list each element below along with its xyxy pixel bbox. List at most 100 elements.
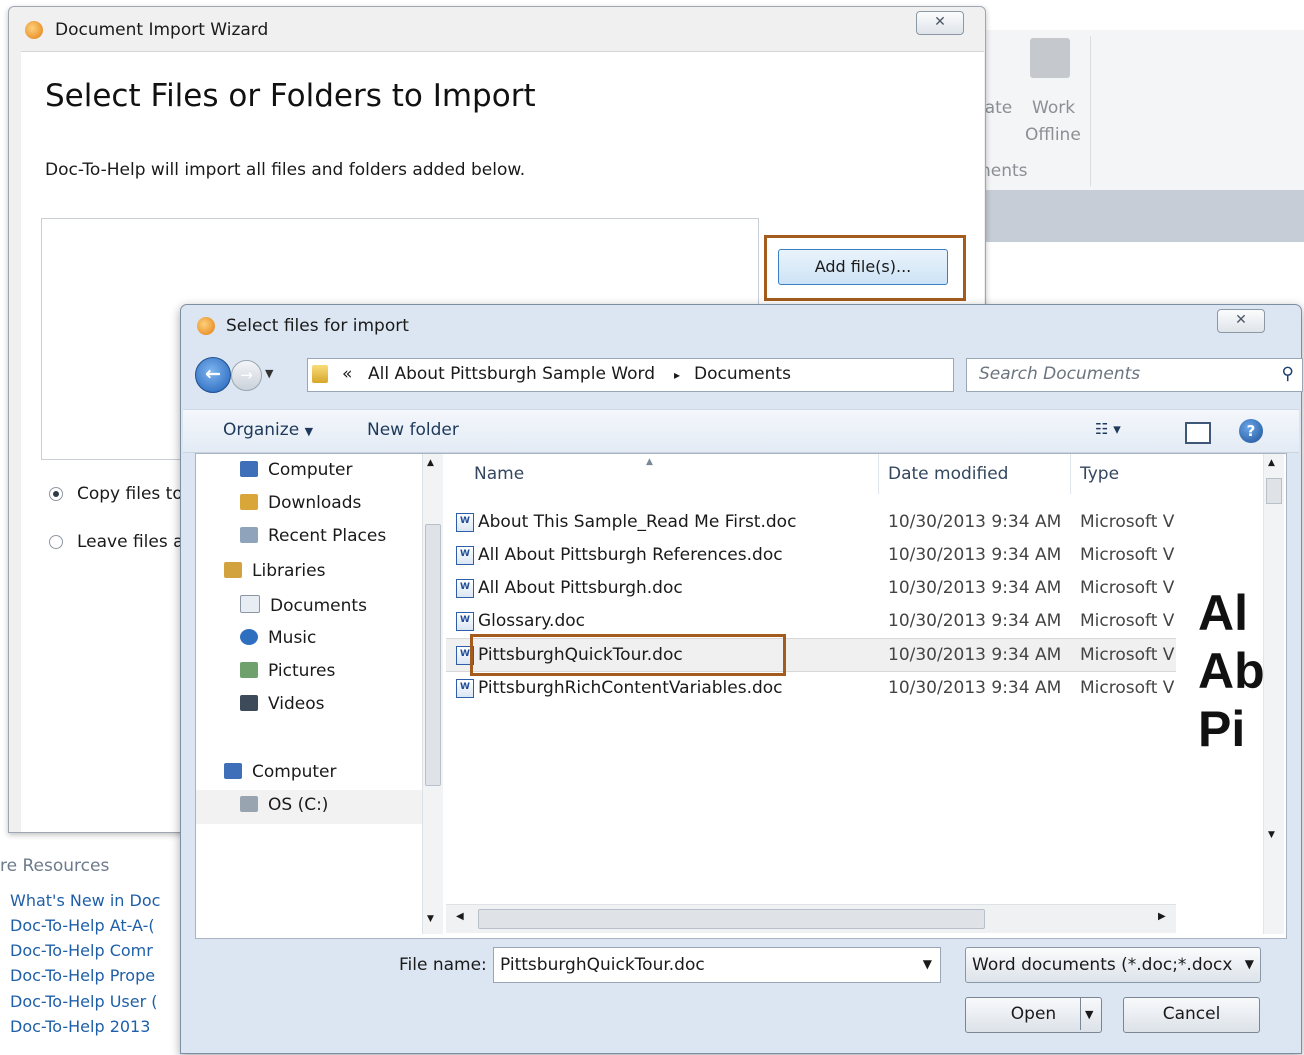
nav-item-computer-2[interactable]: Computer — [224, 762, 337, 782]
search-input[interactable]: Search Documents ⚲ — [966, 358, 1303, 392]
nav-label: Computer — [252, 762, 337, 782]
nav-scrollbar[interactable]: ▲ ▼ — [422, 454, 443, 934]
wizard-subtitle: Doc-To-Help will import all files and fo… — [45, 160, 526, 180]
file-row[interactable]: W All About Pittsburgh.doc 10/30/2013 9:34… — [446, 572, 1176, 604]
search-icon[interactable]: ⚲ — [1282, 364, 1294, 384]
breadcrumb-separator[interactable]: ▸ — [674, 368, 680, 382]
open-button[interactable]: Open ▼ — [965, 997, 1102, 1033]
breadcrumb-overflow[interactable]: « — [342, 364, 352, 384]
file-row[interactable]: W All About Pittsburgh References.doc 10/3… — [446, 539, 1176, 571]
breadcrumb-folder[interactable]: All About Pittsburgh Sample Word — [368, 364, 655, 384]
computer-icon — [224, 763, 242, 779]
column-header-type[interactable]: Type — [1070, 454, 1176, 494]
nav-label: Documents — [270, 596, 367, 616]
nav-label: OS (C:) — [268, 795, 329, 815]
word-document-icon: W — [456, 612, 474, 631]
folder-icon — [312, 365, 328, 383]
organize-label: Organize — [223, 420, 300, 440]
copy-files-option[interactable]: Copy files to — [49, 484, 183, 504]
forward-button[interactable]: → — [231, 360, 262, 391]
scroll-right-icon[interactable]: ▶ — [1158, 911, 1166, 922]
chevron-down-icon[interactable]: ▼ — [923, 957, 932, 971]
add-files-button[interactable]: Add file(s)... — [778, 249, 948, 285]
view-options-icon[interactable]: ☷ ▾ — [1095, 420, 1121, 438]
close-icon[interactable]: ✕ — [1217, 309, 1265, 333]
preview-scrollbar[interactable]: ▲ ▼ — [1263, 454, 1284, 934]
close-icon[interactable]: ✕ — [916, 11, 964, 35]
scroll-down-icon[interactable]: ▼ — [1268, 830, 1275, 840]
file-type-filter[interactable]: Word documents (*.doc;*.docx ▼ — [965, 947, 1261, 983]
scroll-left-icon[interactable]: ◀ — [456, 911, 464, 922]
resource-link[interactable]: Doc-To-Help At-A-( — [10, 916, 155, 935]
music-icon — [240, 629, 258, 645]
resource-link[interactable]: Doc-To-Help Prope — [10, 966, 155, 985]
highlight-box — [470, 634, 786, 676]
nav-label: Videos — [268, 694, 325, 714]
nav-item-libraries[interactable]: Libraries — [224, 561, 325, 581]
scroll-down-icon[interactable]: ▼ — [427, 914, 434, 924]
hscroll-thumb[interactable] — [478, 909, 985, 929]
file-row[interactable]: W PittsburghRichContentVariables.doc 10/30… — [446, 672, 1176, 704]
back-button[interactable]: ← — [195, 357, 231, 393]
file-name-input[interactable]: PittsburghQuickTour.doc ▼ — [493, 947, 941, 983]
downloads-icon — [240, 494, 258, 510]
page-title: Select Files or Folders to Import — [45, 78, 536, 114]
horizontal-scrollbar[interactable]: ◀ ▶ — [446, 904, 1176, 933]
chevron-down-icon[interactable]: ▼ — [1085, 998, 1093, 1031]
leave-radio[interactable] — [49, 535, 63, 549]
copy-radio[interactable] — [49, 487, 63, 501]
scroll-thumb[interactable] — [425, 524, 441, 786]
file-type: Microsoft V — [1080, 611, 1175, 631]
file-date: 10/30/2013 9:34 AM — [888, 678, 1062, 698]
resource-link[interactable]: Doc-To-Help 2013 — [10, 1017, 150, 1036]
file-name-value: PittsburghQuickTour.doc — [500, 955, 705, 975]
cancel-button[interactable]: Cancel — [1123, 997, 1260, 1033]
dialog-title: Select files for import — [226, 316, 409, 336]
preview-pane: Al Ab Pi — [1178, 454, 1263, 934]
nav-item-computer[interactable]: Computer — [240, 460, 353, 480]
scroll-thumb[interactable] — [1266, 478, 1282, 504]
nav-item-music[interactable]: Music — [240, 628, 316, 648]
resource-link[interactable]: What's New in Doc — [10, 891, 160, 910]
ribbon-group-label: nents — [980, 161, 1028, 181]
file-row[interactable]: W Glossary.doc 10/30/2013 9:34 AM Microsoft… — [446, 605, 1176, 637]
ribbon-separator — [1090, 36, 1091, 186]
nav-label: Computer — [268, 460, 353, 480]
organize-button[interactable]: Organize ▼ — [223, 420, 313, 440]
recent-locations-dropdown[interactable]: ▼ — [265, 367, 273, 380]
nav-item-downloads[interactable]: Downloads — [240, 493, 361, 513]
nav-item-pictures[interactable]: Pictures — [240, 661, 335, 681]
file-row[interactable]: W About This Sample_Read Me First.doc 10/3… — [446, 506, 1176, 538]
file-type: Microsoft V — [1080, 545, 1175, 565]
resource-link[interactable]: Doc-To-Help User ( — [10, 992, 157, 1011]
select-files-dialog: Select files for import ✕ ← → ▼ « All Ab… — [180, 304, 1303, 1054]
resource-link[interactable]: Doc-To-Help Comr — [10, 941, 153, 960]
ribbon-item-work[interactable]: Work — [1032, 98, 1075, 118]
nav-item-os-drive[interactable]: OS (C:) — [240, 795, 328, 815]
column-header-name[interactable]: Name ▲ — [446, 454, 879, 494]
address-bar[interactable]: « All About Pittsburgh Sample Word ▸ Doc… — [307, 358, 1055, 392]
preview-pane-icon[interactable] — [1185, 422, 1211, 444]
new-folder-button[interactable]: New folder — [367, 420, 459, 440]
leave-files-option[interactable]: Leave files at — [49, 532, 190, 552]
nav-item-recent-places[interactable]: Recent Places — [240, 526, 386, 546]
word-document-icon: W — [456, 579, 474, 598]
file-type: Microsoft V — [1080, 512, 1175, 532]
scroll-up-icon[interactable]: ▲ — [1268, 458, 1275, 468]
column-header-date[interactable]: Date modified — [878, 454, 1071, 494]
nav-label: Downloads — [268, 493, 362, 513]
file-date: 10/30/2013 9:34 AM — [888, 545, 1062, 565]
nav-item-videos[interactable]: Videos — [240, 694, 325, 714]
word-document-icon: W — [456, 513, 474, 532]
computer-icon — [240, 461, 258, 477]
file-name: All About Pittsburgh.doc — [478, 578, 683, 598]
help-icon[interactable]: ? — [1239, 419, 1263, 443]
nav-item-documents[interactable]: Documents — [240, 595, 367, 616]
ribbon-item-offline[interactable]: Offline — [1025, 125, 1081, 145]
breadcrumb-current[interactable]: Documents — [694, 364, 791, 384]
scroll-up-icon[interactable]: ▲ — [427, 458, 434, 468]
preview-line: Pi — [1198, 701, 1246, 757]
file-date: 10/30/2013 9:34 AM — [888, 512, 1062, 532]
search-placeholder: Search Documents — [979, 364, 1141, 384]
file-date: 10/30/2013 9:34 AM — [888, 578, 1062, 598]
